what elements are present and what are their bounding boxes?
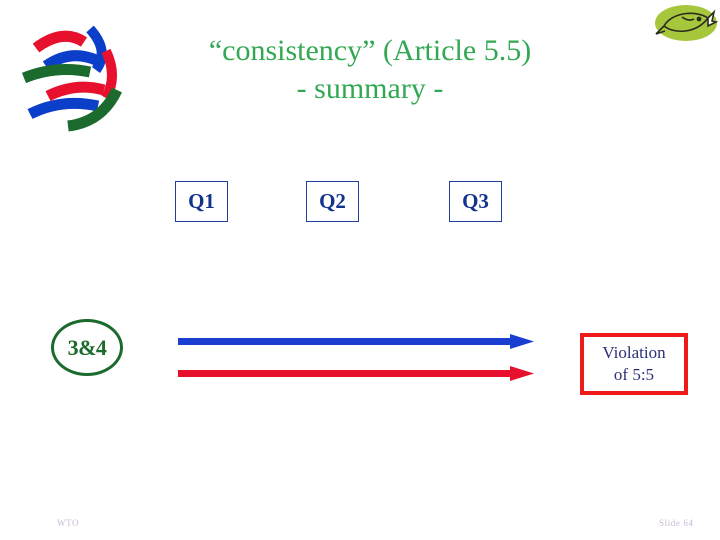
question-box-q3[interactable]: Q3	[449, 181, 502, 222]
title-line-1: “consistency” (Article 5.5)	[208, 34, 532, 67]
violation-line-1: Violation	[602, 343, 666, 362]
oval-marker-label: 3&4	[67, 334, 107, 360]
wto-globe-logo	[18, 18, 130, 140]
violation-callout-box: Violation of 5:5	[580, 333, 688, 395]
question-box-q2[interactable]: Q2	[306, 181, 359, 222]
title-line-2: - summary -	[296, 72, 444, 105]
question-box-q3-label: Q3	[462, 189, 489, 213]
question-box-q2-label: Q2	[319, 189, 346, 213]
footer-slide-number: Slide 64	[659, 518, 694, 528]
question-box-q1[interactable]: Q1	[175, 181, 228, 222]
violation-line-2: of 5:5	[613, 365, 655, 384]
oval-marker-3and4: 3&4	[51, 319, 123, 376]
page-title: “consistency” (Article 5.5) - summary -	[150, 32, 590, 108]
footer-wto-label: WTO	[57, 518, 80, 528]
arrow-blue	[176, 332, 534, 352]
arrow-red	[176, 364, 534, 384]
fish-emblem-icon	[652, 0, 720, 48]
presentation-slide: “consistency” (Article 5.5) - summary - …	[0, 0, 720, 540]
question-box-q1-label: Q1	[188, 189, 215, 213]
